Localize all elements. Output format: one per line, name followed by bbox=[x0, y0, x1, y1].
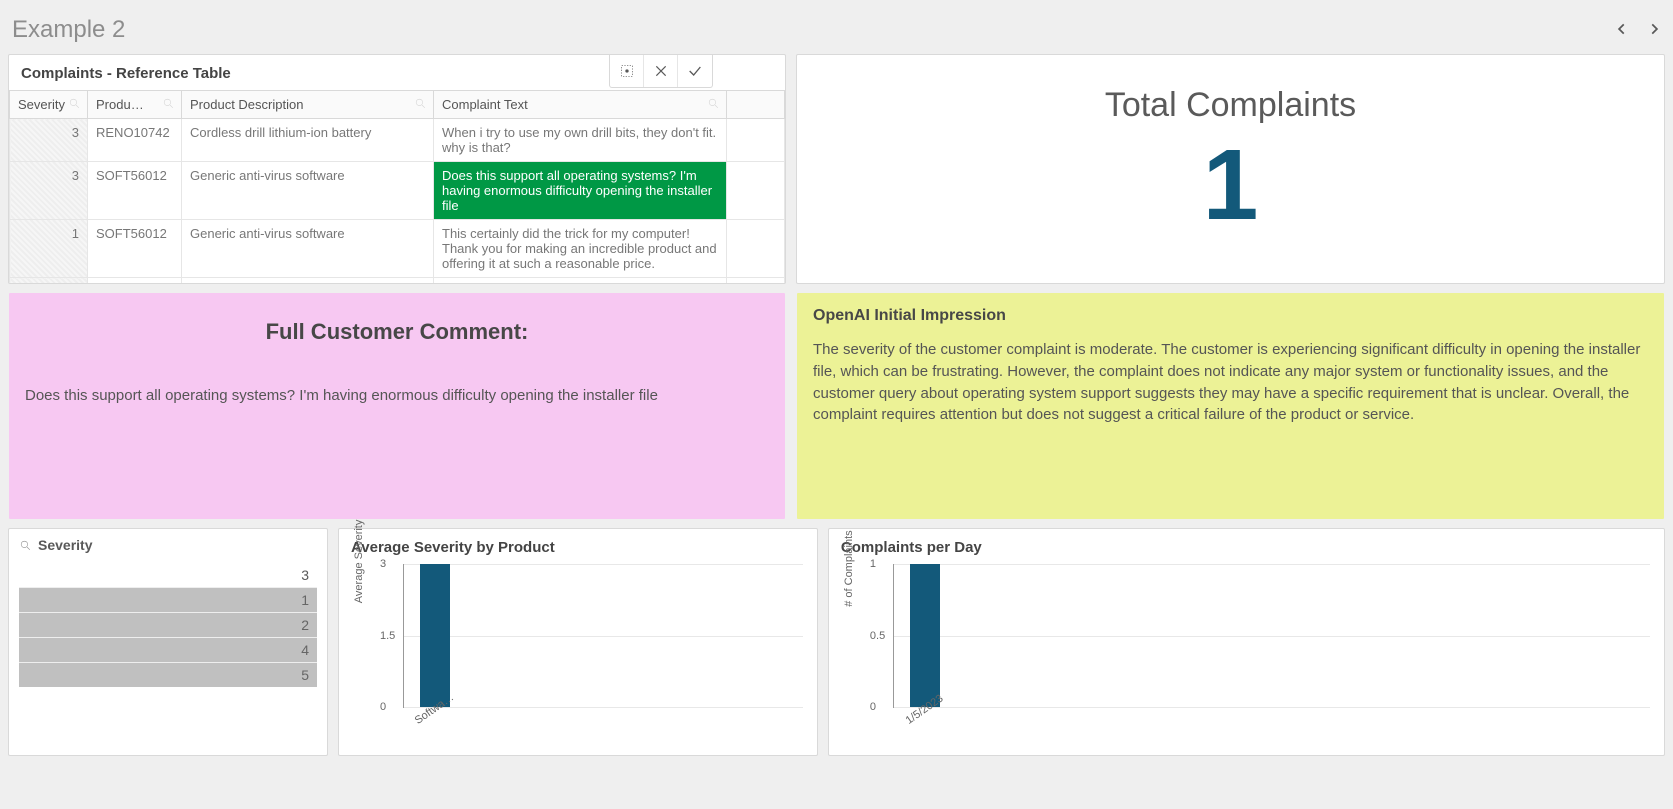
y-axis-label: Average Severity bbox=[353, 520, 365, 604]
cancel-selection-button[interactable] bbox=[644, 55, 678, 87]
chart-bar[interactable] bbox=[910, 564, 940, 707]
next-sheet-button[interactable] bbox=[1647, 20, 1661, 41]
severity-filter-header[interactable]: Severity bbox=[19, 537, 317, 553]
table-row[interactable]: 3SOFT56012Generic anti-virus softwareDoe… bbox=[10, 162, 785, 220]
check-icon bbox=[687, 63, 703, 79]
search-icon[interactable] bbox=[162, 97, 175, 113]
customer-comment-body: Does this support all operating systems?… bbox=[25, 387, 769, 404]
cell-description: Generic anti-virus software bbox=[182, 220, 434, 278]
cell-severity: 1 bbox=[10, 278, 88, 285]
cell-product: SOFT70207 bbox=[88, 278, 182, 285]
ai-impression-card: OpenAI Initial Impression The severity o… bbox=[796, 292, 1665, 520]
cell-product: SOFT56012 bbox=[88, 162, 182, 220]
ai-impression-title: OpenAI Initial Impression bbox=[813, 307, 1648, 325]
prev-sheet-button[interactable] bbox=[1615, 20, 1629, 41]
cell-severity: 3 bbox=[10, 119, 88, 162]
cell-complaint-text: This certainly did the trick for my comp… bbox=[434, 220, 727, 278]
sheet-title: Example 2 bbox=[12, 16, 125, 44]
col-product[interactable]: Produ… bbox=[88, 91, 182, 119]
avg-severity-chart[interactable]: Average Severity01.53Softwa… bbox=[377, 560, 807, 730]
y-axis-label: # of Complaints bbox=[843, 530, 855, 606]
table-row[interactable]: 3RENO10742Cordless drill lithium-ion bat… bbox=[10, 119, 785, 162]
table-header-row: Severity Produ… Product Description Comp… bbox=[10, 91, 785, 119]
severity-filter-card: Severity 31245 bbox=[8, 528, 328, 756]
search-icon[interactable] bbox=[707, 97, 720, 113]
cell-spare bbox=[727, 162, 785, 220]
cell-spare bbox=[727, 119, 785, 162]
col-description-label: Product Description bbox=[190, 97, 303, 112]
col-spare bbox=[727, 91, 785, 119]
table-row[interactable]: 1SOFT56012Generic anti-virus softwareThi… bbox=[10, 220, 785, 278]
ai-impression-body: The severity of the customer complaint i… bbox=[813, 339, 1648, 426]
col-complaint-text-label: Complaint Text bbox=[442, 97, 528, 112]
selection-toolbar bbox=[609, 55, 713, 88]
col-description[interactable]: Product Description bbox=[182, 91, 434, 119]
y-tick-label: 0 bbox=[870, 701, 876, 713]
cell-product: RENO10742 bbox=[88, 119, 182, 162]
complaints-table-card: Complaints - Reference Table Severity Pr… bbox=[8, 54, 786, 284]
cell-product: SOFT56012 bbox=[88, 220, 182, 278]
total-complaints-kpi: Total Complaints 1 bbox=[796, 54, 1665, 284]
sheet-nav bbox=[1615, 20, 1661, 41]
cell-description: Enterprise VPN bbox=[182, 278, 434, 285]
kpi-value: 1 bbox=[1203, 135, 1259, 235]
customer-comment-card: Full Customer Comment: Does this support… bbox=[8, 292, 786, 520]
kpi-title: Total Complaints bbox=[1105, 86, 1356, 125]
customer-comment-title: Full Customer Comment: bbox=[25, 319, 769, 345]
severity-filter-item[interactable]: 4 bbox=[19, 637, 317, 662]
lasso-icon bbox=[619, 63, 635, 79]
severity-filter-item[interactable]: 1 bbox=[19, 587, 317, 612]
lasso-select-button[interactable] bbox=[610, 55, 644, 87]
complaints-per-day-chart-card: Complaints per Day # of Complaints 00.511… bbox=[828, 528, 1665, 756]
search-icon[interactable] bbox=[68, 97, 81, 113]
severity-filter-list: 31245 bbox=[19, 563, 317, 687]
complaints-per-day-chart[interactable]: # of Complaints00.511/5/2023 bbox=[867, 560, 1654, 730]
cell-spare bbox=[727, 278, 785, 285]
search-icon[interactable] bbox=[414, 97, 427, 113]
confirm-selection-button[interactable] bbox=[678, 55, 712, 87]
chart-axis: 01.53Softwa… bbox=[403, 564, 803, 708]
col-product-label: Produ… bbox=[96, 97, 144, 112]
table-row[interactable]: 1SOFT70207Enterprise VPNperfect bbox=[10, 278, 785, 285]
chevron-right-icon bbox=[1647, 22, 1661, 36]
cell-severity: 3 bbox=[10, 162, 88, 220]
avg-severity-chart-card: Average Severity by Product Average Seve… bbox=[338, 528, 818, 756]
chart-bar[interactable] bbox=[420, 564, 450, 707]
y-tick-label: 0 bbox=[380, 701, 386, 713]
complaints-table[interactable]: Severity Produ… Product Description Comp… bbox=[9, 90, 785, 284]
severity-filter-title: Severity bbox=[38, 537, 92, 553]
sheet-header: Example 2 bbox=[8, 4, 1665, 54]
chevron-left-icon bbox=[1615, 22, 1629, 36]
y-tick-label: 1 bbox=[870, 558, 876, 570]
col-severity-label: Severity bbox=[18, 97, 65, 112]
cell-spare bbox=[727, 220, 785, 278]
chart-title: Complaints per Day bbox=[841, 539, 1654, 556]
severity-filter-item[interactable]: 5 bbox=[19, 662, 317, 687]
y-tick-label: 0.5 bbox=[870, 630, 885, 642]
severity-filter-item[interactable]: 3 bbox=[19, 563, 317, 587]
col-complaint-text[interactable]: Complaint Text bbox=[434, 91, 727, 119]
col-severity[interactable]: Severity bbox=[10, 91, 88, 119]
chart-title: Average Severity by Product bbox=[351, 539, 807, 556]
chart-axis: 00.511/5/2023 bbox=[893, 564, 1650, 708]
close-icon bbox=[654, 64, 668, 78]
y-tick-label: 3 bbox=[380, 558, 386, 570]
cell-complaint-text: perfect bbox=[434, 278, 727, 285]
y-tick-label: 1.5 bbox=[380, 630, 395, 642]
cell-description: Generic anti-virus software bbox=[182, 162, 434, 220]
search-icon bbox=[19, 539, 32, 552]
cell-complaint-text: Does this support all operating systems?… bbox=[434, 162, 727, 220]
cell-severity: 1 bbox=[10, 220, 88, 278]
severity-filter-item[interactable]: 2 bbox=[19, 612, 317, 637]
cell-description: Cordless drill lithium-ion battery bbox=[182, 119, 434, 162]
cell-complaint-text: When i try to use my own drill bits, the… bbox=[434, 119, 727, 162]
